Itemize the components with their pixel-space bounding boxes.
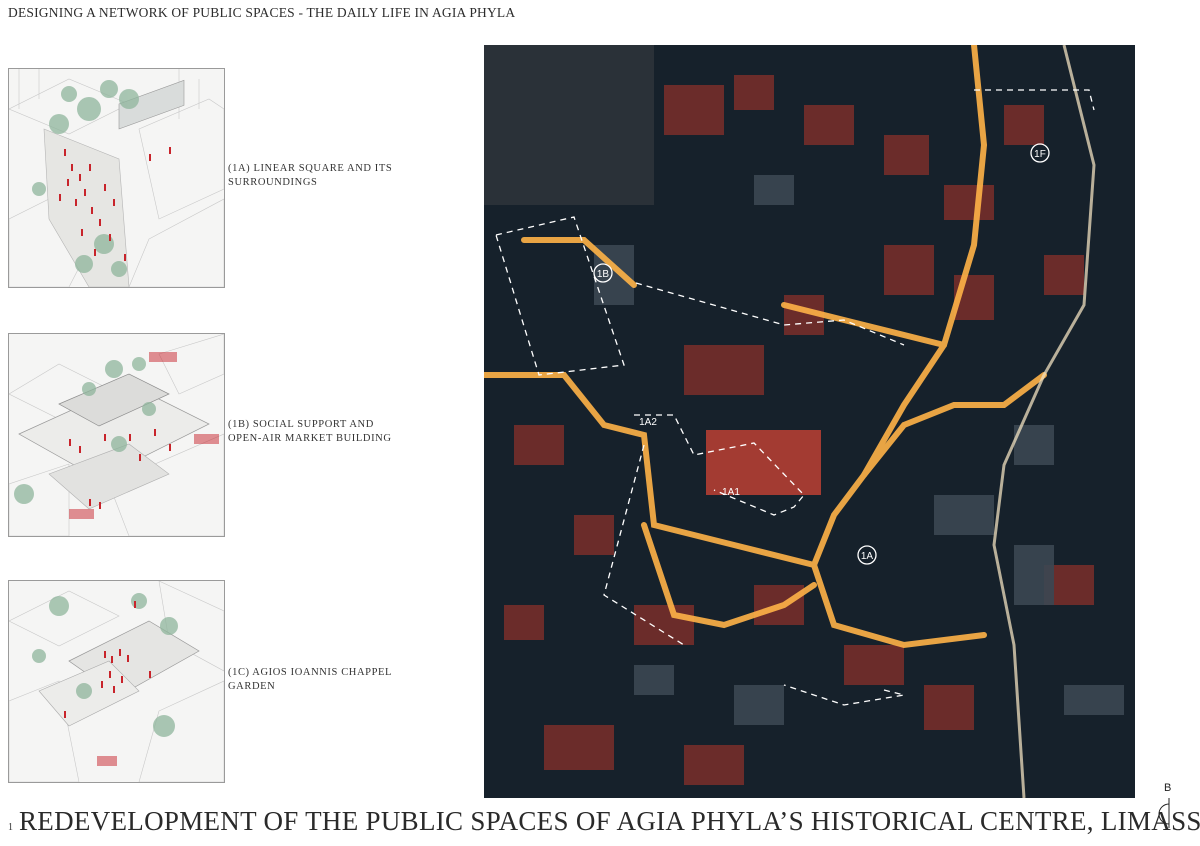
sheet-number: 1 (8, 822, 13, 833)
caption-1b: (1B) SOCIAL SUPPORT AND OPEN-AIR MARKET … (228, 418, 392, 446)
caption-1c-line2: GARDEN (228, 681, 276, 692)
panel-1c-axonometric (8, 580, 225, 783)
panel-1b-axonometric (8, 333, 225, 537)
caption-1c-line1: (1C) AGIOS IOANNIS CHAPPEL (228, 667, 393, 678)
map-label-1a1: 1A1 (722, 487, 740, 498)
map-marker-1b-label: 1B (597, 269, 610, 280)
axonometric-drawing-1a (9, 69, 224, 287)
map-label-1a2: 1A2 (639, 417, 657, 428)
caption-1b-line1: (1B) SOCIAL SUPPORT AND (228, 419, 374, 430)
aerial-night-photo: 1B 1F 1A 1A1 1A2 (484, 45, 1135, 798)
map-marker-1a-label: 1A (861, 551, 874, 562)
caption-1a: (1A) LINEAR SQUARE AND ITS SURROUNDINGS (228, 162, 392, 190)
axonometric-drawing-1b (9, 334, 224, 536)
caption-1b-line2: OPEN-AIR MARKET BUILDING (228, 433, 392, 444)
aerial-map-svg: 1B 1F 1A 1A1 1A2 (484, 45, 1135, 798)
caption-1a-line2: SURROUNDINGS (228, 177, 318, 188)
panel-1a-axonometric (8, 68, 225, 288)
caption-1a-line1: (1A) LINEAR SQUARE AND ITS (228, 163, 393, 174)
axonometric-drawing-1c (9, 581, 224, 782)
sheet-title: REDEVELOPMENT OF THE PUBLIC SPACES OF AG… (19, 806, 1200, 836)
page-header-title: DESIGNING A NETWORK OF PUBLIC SPACES - T… (8, 5, 516, 20)
caption-1c: (1C) AGIOS IOANNIS CHAPPEL GARDEN (228, 666, 392, 694)
north-arrow-icon (1158, 798, 1170, 828)
map-marker-1f-label: 1F (1034, 149, 1046, 160)
